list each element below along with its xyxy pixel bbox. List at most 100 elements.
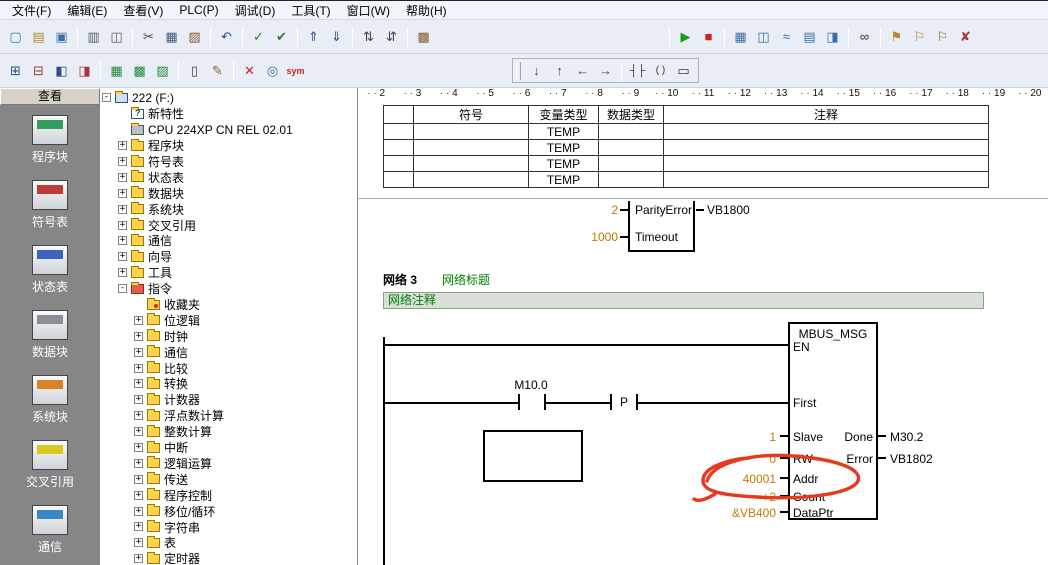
tree-item[interactable]: + 逻辑运算 xyxy=(100,455,357,471)
var-symbol-cell[interactable] xyxy=(414,140,529,156)
tree-expand-toggle[interactable]: - xyxy=(102,93,111,102)
sort-descending-button[interactable]: ⇵ xyxy=(380,26,403,47)
line-left-button[interactable]: ← xyxy=(571,60,594,81)
var-symbol-cell[interactable] xyxy=(414,124,529,140)
var-datatype-cell[interactable] xyxy=(599,156,664,172)
tree-expand-toggle[interactable]: + xyxy=(118,252,127,261)
menu-file[interactable]: 文件(F) xyxy=(4,1,59,20)
pou-comment-toggle-button[interactable]: ▯ xyxy=(183,60,206,81)
tree-item[interactable]: + 比较 xyxy=(100,360,357,376)
line-up-button[interactable]: ↑ xyxy=(548,60,571,81)
line-right-button[interactable]: → xyxy=(594,60,617,81)
timeout-input-value[interactable]: 1000 xyxy=(556,230,618,244)
run-button[interactable]: ▶ xyxy=(674,26,697,47)
menu-tools[interactable]: 工具(T) xyxy=(283,1,338,20)
tree-expand-toggle[interactable]: + xyxy=(118,205,127,214)
menu-view[interactable]: 查看(V) xyxy=(115,1,171,20)
options-button[interactable]: ▩ xyxy=(412,26,435,47)
contact-bar[interactable] xyxy=(518,394,520,410)
tree-item[interactable]: + 系统块 xyxy=(100,201,357,217)
undo-button[interactable]: ↶ xyxy=(215,26,238,47)
tree-item[interactable]: + 向导 xyxy=(100,249,357,265)
slave-input-value[interactable]: 1 xyxy=(714,430,776,444)
tree-item[interactable]: + 程序块 xyxy=(100,138,357,154)
tree-item[interactable]: + 通信 xyxy=(100,344,357,360)
tree-expand-toggle[interactable]: + xyxy=(134,379,143,388)
cut-button[interactable]: ✂ xyxy=(137,26,160,47)
symbol-table-view-button[interactable]: ▦ xyxy=(105,60,128,81)
tree-item[interactable]: 收藏夹 xyxy=(100,297,357,313)
dataptr-input-value[interactable]: &VB400 xyxy=(704,506,776,520)
var-comment-cell[interactable] xyxy=(664,124,989,140)
open-file-button[interactable]: ▤ xyxy=(27,26,50,47)
tree-item[interactable]: + 程序控制 xyxy=(100,487,357,503)
sidebar-item-symbol-table[interactable]: 符号表 xyxy=(32,180,68,230)
insert-box-button[interactable]: ▭ xyxy=(672,60,695,81)
tree-item[interactable]: + 交叉引用 xyxy=(100,217,357,233)
copy-button[interactable]: ▦ xyxy=(160,26,183,47)
tree-item[interactable]: + 移位/循环 xyxy=(100,503,357,519)
error-output-value[interactable]: VB1800 xyxy=(707,203,750,217)
network-comment[interactable]: 网络注释 xyxy=(383,292,984,309)
var-datatype-cell[interactable] xyxy=(599,124,664,140)
var-datatype-cell[interactable] xyxy=(599,172,664,188)
tree-expand-toggle[interactable]: + xyxy=(118,221,127,230)
contact-bar[interactable] xyxy=(544,394,546,410)
sidebar-item-status-chart[interactable]: 状态表 xyxy=(32,245,68,295)
tree-item[interactable]: + 中断 xyxy=(100,440,357,456)
delete-network-button[interactable]: ⊟ xyxy=(27,60,50,81)
single-read-button[interactable]: ▤ xyxy=(798,26,821,47)
tree-expand-toggle[interactable]: + xyxy=(134,443,143,452)
menu-plc[interactable]: PLC(P) xyxy=(171,2,226,18)
tree-item[interactable]: + 通信 xyxy=(100,233,357,249)
network-number[interactable]: 网络 3 xyxy=(383,271,417,288)
tree-expand-toggle[interactable]: + xyxy=(134,316,143,325)
pane-splitter[interactable] xyxy=(358,198,1048,199)
var-type-cell[interactable]: TEMP xyxy=(529,156,599,172)
chart-status-button[interactable]: ◫ xyxy=(752,26,775,47)
tree-item[interactable]: + 字符串 xyxy=(100,519,357,535)
network-title[interactable]: 网络标题 xyxy=(442,271,490,288)
var-row-handle[interactable] xyxy=(384,156,414,172)
var-datatype-cell[interactable] xyxy=(599,140,664,156)
tree-item[interactable]: - 指令 xyxy=(100,281,357,297)
tree-item[interactable]: + 转换 xyxy=(100,376,357,392)
sidebar-item-cross-reference[interactable]: 交叉引用 xyxy=(26,440,74,490)
tree-item[interactable]: + 工具 xyxy=(100,265,357,281)
menu-window[interactable]: 窗口(W) xyxy=(339,1,398,20)
program-monitor-glasses-button[interactable]: ∞ xyxy=(853,26,876,47)
var-type-cell[interactable]: TEMP xyxy=(529,124,599,140)
tree-item[interactable]: + 时钟 xyxy=(100,328,357,344)
var-row-handle[interactable] xyxy=(384,140,414,156)
insert-row-button[interactable]: ◧ xyxy=(50,60,73,81)
var-comment-cell[interactable] xyxy=(664,156,989,172)
var-comment-cell[interactable] xyxy=(664,140,989,156)
menu-help[interactable]: 帮助(H) xyxy=(398,1,455,20)
sort-ascending-button[interactable]: ⇅ xyxy=(357,26,380,47)
tree-expand-toggle[interactable]: + xyxy=(134,459,143,468)
browse-button[interactable]: ◎ xyxy=(261,60,284,81)
symbolic-addressing-button[interactable]: ▨ xyxy=(151,60,174,81)
tree-item[interactable]: + 符号表 xyxy=(100,154,357,170)
sym-toggle-button[interactable]: sym xyxy=(284,60,307,81)
delete-row-button[interactable]: ◨ xyxy=(73,60,96,81)
tree-expand-toggle[interactable]: + xyxy=(118,157,127,166)
new-file-button[interactable]: ▢ xyxy=(4,26,27,47)
parity-input-value[interactable]: 2 xyxy=(558,203,618,217)
tree-item[interactable]: - 222 (F:) xyxy=(100,90,357,106)
compile-all-button[interactable]: ✔ xyxy=(270,26,293,47)
var-comment-cell[interactable] xyxy=(664,172,989,188)
tree-item[interactable]: + 传送 xyxy=(100,471,357,487)
trend-view-button[interactable]: ≈ xyxy=(775,26,798,47)
download-button[interactable]: ⇓ xyxy=(325,26,348,47)
var-type-cell[interactable]: TEMP xyxy=(529,172,599,188)
tree-expand-toggle[interactable]: + xyxy=(118,268,127,277)
menu-debug[interactable]: 调试(D) xyxy=(227,1,284,20)
var-row-handle[interactable] xyxy=(384,172,414,188)
tree-expand-toggle[interactable]: + xyxy=(134,348,143,357)
sidebar-item-data-block[interactable]: 数据块 xyxy=(32,310,68,360)
var-type-cell[interactable]: TEMP xyxy=(529,140,599,156)
tree-expand-toggle[interactable]: + xyxy=(118,236,127,245)
var-symbol-cell[interactable] xyxy=(414,172,529,188)
tree-item[interactable]: + 计数器 xyxy=(100,392,357,408)
